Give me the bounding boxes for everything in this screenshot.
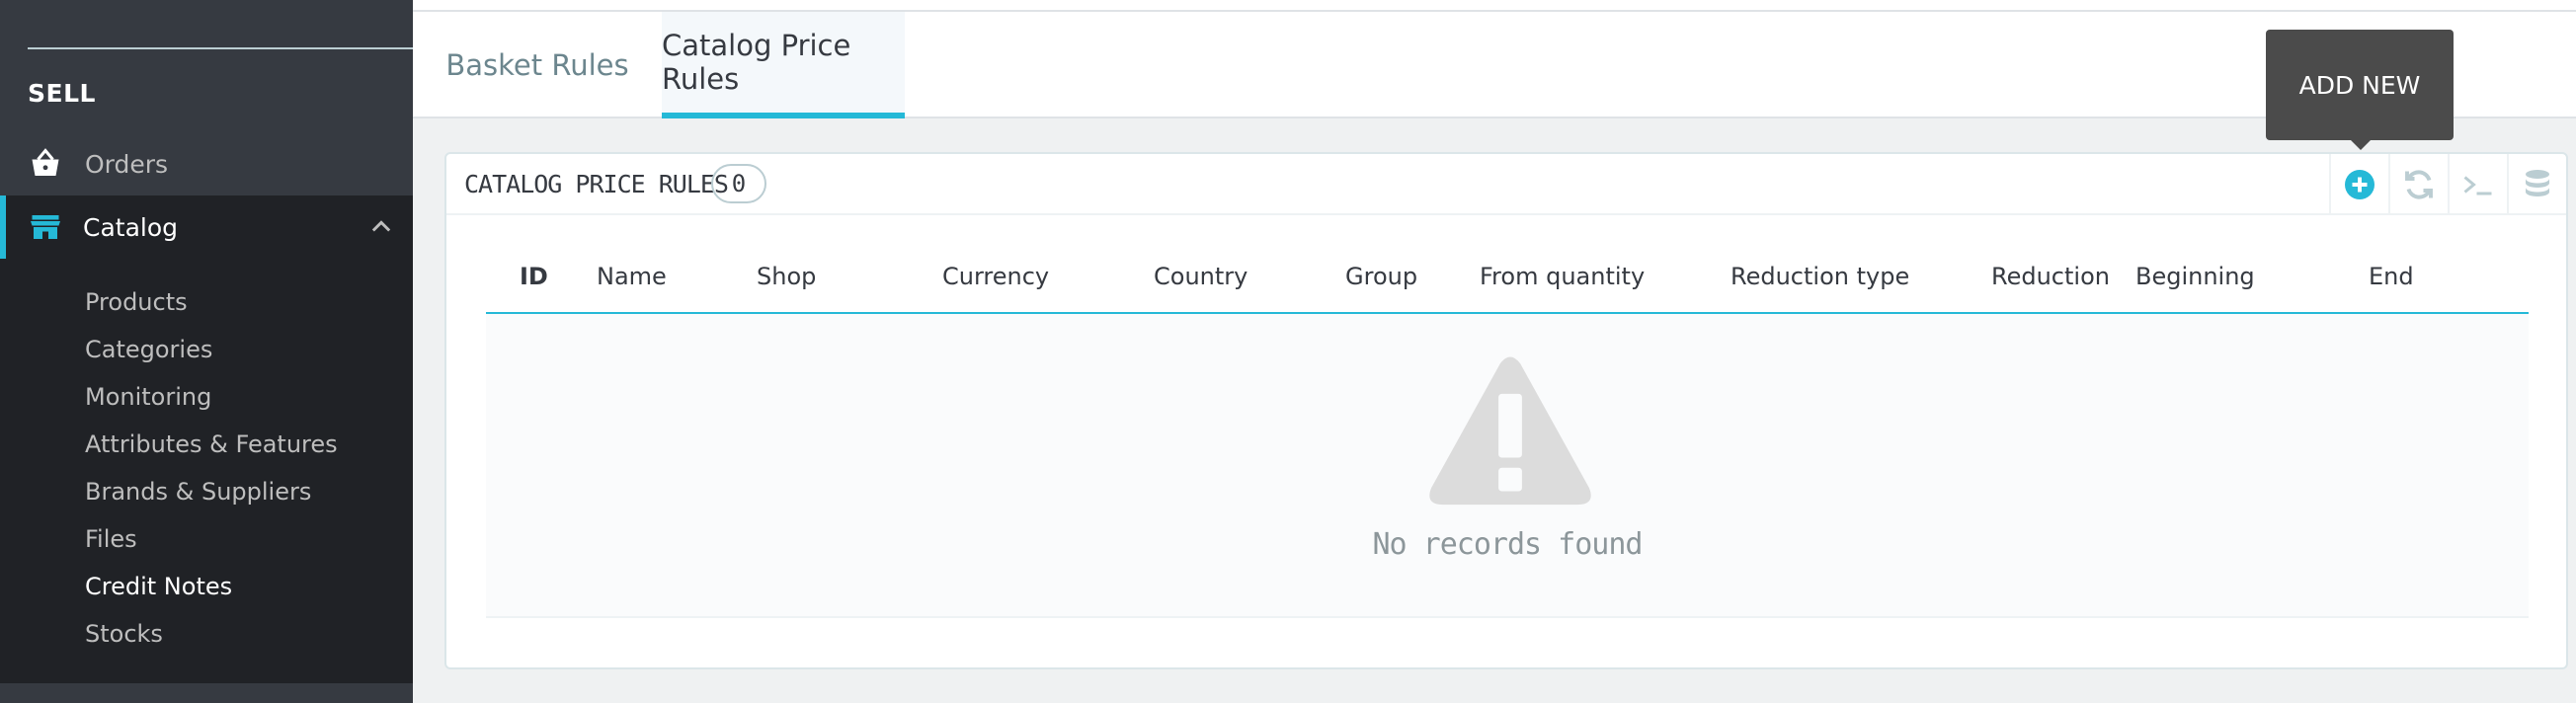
- panel-title: CATALOG PRICE RULES: [464, 170, 729, 198]
- column-header-country[interactable]: Country: [1154, 263, 1248, 290]
- add-new-tooltip: ADD NEW: [2266, 30, 2454, 140]
- tab-basket-rules[interactable]: Basket Rules: [413, 12, 662, 118]
- plus-circle-icon: [2345, 170, 2375, 199]
- store-icon: [31, 215, 60, 239]
- basket-icon: [32, 148, 59, 176]
- sidebar-item-label: Orders: [85, 149, 169, 179]
- sql-query-button[interactable]: [2448, 154, 2507, 215]
- submenu-item-attributes-features[interactable]: Attributes & Features: [85, 430, 338, 458]
- active-indicator: [0, 195, 6, 259]
- catalog-price-rules-panel: CATALOG PRICE RULES 0 ID Name Shop Curre…: [444, 152, 2568, 669]
- sidebar-section-title: SELL: [28, 79, 96, 108]
- column-header-group[interactable]: Group: [1345, 263, 1417, 290]
- sidebar-next-section: [0, 683, 413, 703]
- sidebar-item-catalog[interactable]: Catalog: [0, 195, 413, 259]
- panel-header: CATALOG PRICE RULES 0: [446, 154, 2566, 215]
- submenu-item-categories[interactable]: Categories: [85, 336, 212, 363]
- column-header-shop[interactable]: Shop: [757, 263, 816, 290]
- column-header-id[interactable]: ID: [520, 263, 548, 290]
- refresh-icon: [2405, 170, 2433, 199]
- submenu-item-products[interactable]: Products: [85, 288, 188, 316]
- submenu-item-brands-suppliers[interactable]: Brands & Suppliers: [85, 478, 311, 506]
- refresh-button[interactable]: [2388, 154, 2448, 215]
- column-header-end[interactable]: End: [2369, 263, 2414, 290]
- catalog-submenu: Products Categories Monitoring Attribute…: [0, 259, 413, 683]
- column-header-reduction[interactable]: Reduction: [1991, 263, 2110, 290]
- tabs-bar: Basket Rules Catalog Price Rules: [413, 12, 2576, 118]
- warning-icon: [1429, 356, 1591, 506]
- column-header-name[interactable]: Name: [597, 263, 667, 290]
- column-header-from-quantity[interactable]: From quantity: [1480, 263, 1645, 290]
- header-strip: [413, 0, 2576, 12]
- submenu-item-stocks[interactable]: Stocks: [85, 620, 163, 648]
- empty-message: No records found: [1372, 527, 1644, 562]
- submenu-item-monitoring[interactable]: Monitoring: [85, 383, 211, 411]
- sidebar: SELL Orders Catalog Products Categories …: [0, 0, 413, 703]
- empty-table-state: No records found: [486, 314, 2529, 618]
- terminal-icon: [2463, 176, 2492, 195]
- submenu-item-files[interactable]: Files: [85, 525, 137, 553]
- tab-catalog-price-rules[interactable]: Catalog Price Rules: [662, 12, 905, 118]
- column-header-reduction-type[interactable]: Reduction type: [1731, 263, 1909, 290]
- chevron-up-icon[interactable]: [367, 213, 395, 241]
- export-sql-manager-button[interactable]: [2507, 154, 2566, 215]
- add-new-button[interactable]: [2329, 154, 2388, 215]
- database-icon: [2526, 170, 2549, 196]
- count-badge: 0: [711, 164, 766, 203]
- column-header-currency[interactable]: Currency: [942, 263, 1049, 290]
- sidebar-divider: [28, 47, 413, 49]
- submenu-item-credit-notes[interactable]: Credit Notes: [85, 573, 232, 600]
- tooltip-arrow: [2351, 140, 2371, 150]
- panel-toolbar: [2329, 154, 2566, 215]
- sidebar-item-label: Catalog: [83, 212, 179, 242]
- column-header-beginning[interactable]: Beginning: [2135, 263, 2255, 290]
- table-header: ID Name Shop Currency Country Group From…: [486, 243, 2529, 314]
- sidebar-item-orders[interactable]: Orders: [0, 132, 413, 195]
